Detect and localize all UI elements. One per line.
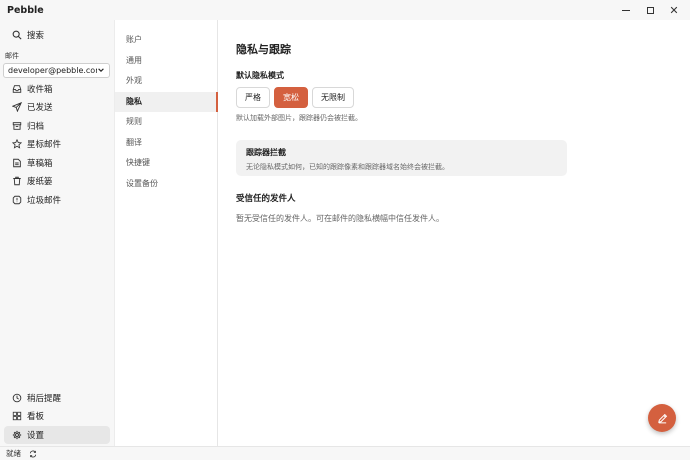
sidebar-item-board[interactable]: 看板 <box>4 407 110 426</box>
sidebar: 搜索 邮件 developer@pebble.com 收件箱 已发送 归档 星标… <box>0 20 114 446</box>
default-mode-label: 默认隐私模式 <box>236 71 284 80</box>
privacy-mode-selector: 严格 宽松 无限制 <box>236 87 690 108</box>
sidebar-item-label: 稍后提醒 <box>27 393 62 404</box>
sidebar-item-label: 设置 <box>27 430 45 441</box>
maximize-icon <box>646 6 654 14</box>
settings-tab-general[interactable]: 通用 <box>115 51 217 72</box>
sidebar-item-label: 星标邮件 <box>27 140 62 151</box>
mode-relaxed-button[interactable]: 宽松 <box>274 87 308 108</box>
sidebar-item-label: 草稿箱 <box>27 158 53 169</box>
sidebar-item-trash[interactable]: 废纸篓 <box>4 172 110 191</box>
clock-icon <box>12 393 22 403</box>
status-bar: 就绪 <box>0 446 690 460</box>
sidebar-item-starred[interactable]: 星标邮件 <box>4 135 110 154</box>
settings-tab-backup[interactable]: 设置备份 <box>115 174 217 195</box>
draft-icon <box>13 158 21 167</box>
minimize-button[interactable] <box>614 0 638 20</box>
title-bar: Pebble ✕ <box>0 0 690 20</box>
sidebar-item-label: 归档 <box>27 121 45 132</box>
trash-icon <box>13 177 21 186</box>
close-button[interactable]: ✕ <box>662 0 686 20</box>
sidebar-item-label: 看板 <box>27 412 45 423</box>
tracker-card-desc: 无论隐私模式如何，已知的跟踪像素和跟踪器域名始终会被拦截。 <box>246 163 449 171</box>
status-text: 就绪 <box>6 449 21 458</box>
trusted-senders-empty: 暂无受信任的发件人。可在邮件的隐私横幅中信任发件人。 <box>236 214 444 223</box>
settings-tab-rules[interactable]: 规则 <box>115 112 217 133</box>
sidebar-item-spam[interactable]: 垃圾邮件 <box>4 191 110 210</box>
sidebar-item-label: 废纸篓 <box>27 177 53 188</box>
search-label: 搜索 <box>27 31 45 42</box>
sidebar-item-sent[interactable]: 已发送 <box>4 98 110 117</box>
minimize-icon <box>622 9 630 11</box>
maximize-button[interactable] <box>638 0 662 20</box>
account-select[interactable]: developer@pebble.com <box>3 62 110 78</box>
settings-tab-translation[interactable]: 翻译 <box>115 133 217 154</box>
compose-button[interactable] <box>648 404 676 432</box>
send-icon <box>12 102 22 113</box>
chevron-down-icon <box>98 68 104 72</box>
inbox-icon <box>12 84 22 93</box>
settings-nav: 账户 通用 外观 隐私 规则 翻译 快捷键 设置备份 <box>114 20 218 446</box>
tracker-blocking-card: 跟踪器拦截 无论隐私模式如何，已知的跟踪像素和跟踪器域名始终会被拦截。 <box>236 140 567 176</box>
settings-tab-privacy[interactable]: 隐私 <box>115 91 218 112</box>
mode-strict-button[interactable]: 严格 <box>236 87 270 108</box>
settings-tab-account[interactable]: 账户 <box>115 30 217 51</box>
board-icon <box>12 412 22 421</box>
app-title: Pebble <box>7 4 44 16</box>
spam-icon <box>12 195 22 204</box>
sidebar-bottom: 稍后提醒 看板 设置 <box>0 389 114 444</box>
sidebar-item-archive[interactable]: 归档 <box>4 117 110 136</box>
archive-icon <box>12 121 22 130</box>
mail-section-label: 邮件 <box>5 51 19 60</box>
star-icon <box>12 139 22 149</box>
settings-tab-shortcuts[interactable]: 快捷键 <box>115 153 217 174</box>
sidebar-item-snooze[interactable]: 稍后提醒 <box>4 389 110 408</box>
settings-tab-appearance[interactable]: 外观 <box>115 71 217 92</box>
pencil-icon <box>657 413 667 423</box>
sidebar-item-label: 垃圾邮件 <box>27 195 62 206</box>
search-button[interactable]: 搜索 <box>4 26 110 45</box>
gear-icon <box>12 430 22 439</box>
tracker-card-title: 跟踪器拦截 <box>246 148 286 157</box>
sidebar-item-inbox[interactable]: 收件箱 <box>4 80 110 99</box>
close-icon: ✕ <box>669 3 679 17</box>
search-icon <box>12 30 22 40</box>
sync-icon[interactable] <box>29 450 37 458</box>
mode-hint: 默认加载外部图片，跟踪器仍会被拦截。 <box>236 114 362 122</box>
sidebar-item-settings[interactable]: 设置 <box>4 425 110 444</box>
sidebar-item-label: 收件箱 <box>27 84 53 95</box>
account-value: developer@pebble.com <box>8 65 97 75</box>
privacy-settings-panel: 隐私与跟踪 默认隐私模式 严格 宽松 无限制 默认加载外部图片，跟踪器仍会被拦截… <box>219 20 690 446</box>
sidebar-item-label: 已发送 <box>27 103 53 114</box>
sidebar-item-drafts[interactable]: 草稿箱 <box>4 154 110 173</box>
page-title: 隐私与跟踪 <box>236 43 291 56</box>
mode-unrestricted-button[interactable]: 无限制 <box>312 87 354 108</box>
trusted-senders-title: 受信任的发件人 <box>236 194 296 204</box>
